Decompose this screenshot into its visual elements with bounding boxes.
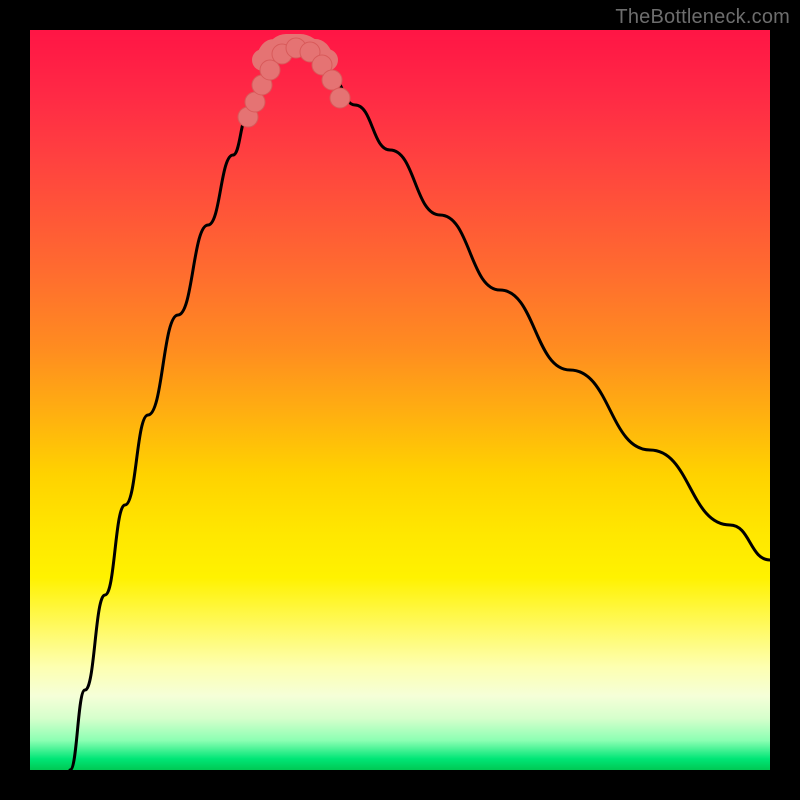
plot-area: [30, 30, 770, 770]
bottleneck-curve-left: [70, 45, 285, 770]
valley-marker-dot: [322, 70, 342, 90]
curve-overlay-svg: [30, 30, 770, 770]
bottleneck-curve-right: [285, 45, 770, 560]
watermark-text: TheBottleneck.com: [615, 6, 790, 29]
valley-marker-dot: [330, 88, 350, 108]
chart-frame: TheBottleneck.com: [0, 0, 800, 800]
bottleneck-curve: [70, 45, 770, 770]
